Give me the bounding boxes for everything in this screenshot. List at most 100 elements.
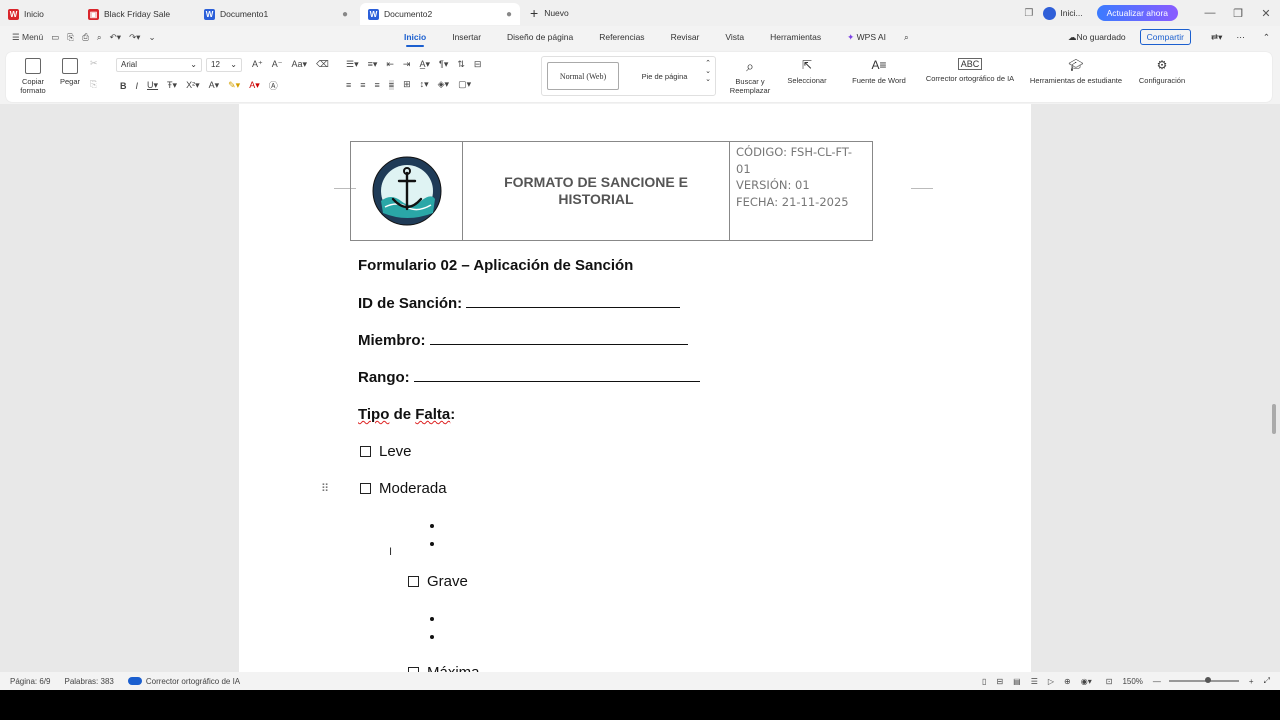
print-icon[interactable]: ⎙ [82, 32, 89, 43]
page-view-icon[interactable]: ▤ [1013, 677, 1021, 686]
tab-wps-ai[interactable]: ✦ WPS AI [847, 32, 886, 43]
avatar[interactable] [1043, 6, 1057, 20]
settings-button[interactable]: ⚙ Configuración [1130, 58, 1194, 85]
fullscreen-icon[interactable]: ⤢ [1264, 676, 1270, 686]
play-icon[interactable]: ▷ [1048, 677, 1054, 686]
copy-icon[interactable]: ⎘ [90, 79, 106, 90]
bold-icon[interactable]: B [120, 81, 127, 91]
indent-icon[interactable]: ⇥ [403, 59, 411, 70]
new-tab-button[interactable]: + Nuevo [530, 5, 569, 21]
font-color-icon[interactable]: A▾ [249, 80, 260, 91]
upgrade-button[interactable]: Actualizar ahora [1096, 5, 1178, 21]
style-footer[interactable]: Pie de página [632, 62, 697, 90]
empty-bullet[interactable] [430, 542, 434, 546]
numbering-icon[interactable]: ≡▾ [368, 59, 378, 70]
student-tools-button[interactable]: 🎓︎ Herramientas de estudiante [1026, 58, 1126, 85]
tab-documento2[interactable]: W Documento2 ● [360, 3, 520, 25]
view-icon[interactable]: ⇄▾ [1211, 32, 1222, 43]
spellcheck-button[interactable]: ABC Corrector ortográfico de IA [916, 58, 1024, 83]
shrink-font-icon[interactable]: A⁻ [272, 59, 283, 70]
borders-icon[interactable]: ▢▾ [458, 79, 471, 90]
empty-bullet[interactable] [430, 524, 434, 528]
undo-icon[interactable]: ↶▾ [110, 32, 121, 43]
drag-handle-icon[interactable]: ⠿ [321, 482, 329, 495]
align-right-icon[interactable]: ≡ [375, 80, 380, 90]
styles-scroll-icon[interactable]: ⌃ ⌄ ⌄ [705, 59, 711, 83]
font-select[interactable]: Arial ⌄ [116, 58, 202, 72]
tab-herramientas[interactable]: Herramientas [770, 32, 821, 42]
shading-icon[interactable]: ◈▾ [438, 79, 449, 90]
empty-bullet[interactable] [430, 635, 434, 639]
superscript-icon[interactable]: X²▾ [186, 80, 200, 91]
tab-documento1[interactable]: W Documento1 ● [196, 3, 356, 25]
minimize-icon[interactable]: — [1196, 7, 1224, 19]
more-icon[interactable]: ⌄ [148, 32, 155, 43]
read-mode-icon[interactable]: ▯ [982, 677, 986, 686]
zoom-in-icon[interactable]: + [1249, 677, 1254, 686]
word-count[interactable]: Palabras: 383 [64, 677, 113, 686]
maximize-icon[interactable]: ❐ [1224, 7, 1252, 20]
border-icon[interactable]: ⊟ [474, 59, 482, 70]
vertical-scrollbar[interactable] [1268, 104, 1280, 672]
text-effect-icon[interactable]: A▾ [209, 80, 220, 91]
empty-bullet[interactable] [430, 617, 434, 621]
menu-button[interactable]: ☰ Menú [12, 32, 43, 43]
member-blank[interactable] [429, 331, 688, 345]
globe-icon[interactable]: ⊕ [1064, 677, 1071, 686]
word-font-button[interactable]: A≡ Fuente de Word [846, 58, 912, 85]
tab-referencias[interactable]: Referencias [599, 32, 644, 42]
chinese-layout-icon[interactable]: A̲▾ [419, 59, 430, 70]
sort-icon[interactable]: ⇅ [457, 59, 465, 70]
eraser-icon[interactable]: ⌫ [316, 59, 329, 70]
outline-icon[interactable]: ⊟ [996, 677, 1003, 686]
zoom-out-icon[interactable]: — [1153, 677, 1161, 686]
page-indicator[interactable]: Página: 6/9 [10, 677, 50, 686]
copy-format-button[interactable]: Copiar formato [18, 58, 48, 95]
tab-inicio-ribbon[interactable]: Inicio [404, 32, 426, 47]
collapse-icon[interactable]: ⌃ [1263, 32, 1270, 43]
justify-icon[interactable]: ≡ [388, 79, 395, 90]
option-maxima[interactable]: Máxima [408, 664, 480, 672]
option-moderada[interactable]: Moderada [360, 480, 447, 497]
rank-blank[interactable] [413, 368, 700, 382]
strike-icon[interactable]: Ŧ▾ [167, 80, 177, 91]
open-icon[interactable]: ⎘ [67, 32, 74, 43]
more-options-icon[interactable]: ⋯ [1236, 32, 1245, 43]
paste-button[interactable]: Pegar [56, 58, 84, 86]
close-window-icon[interactable]: ✕ [1252, 7, 1280, 20]
search-icon[interactable]: ⌕ [904, 32, 909, 43]
line-spacing-icon[interactable]: ↕▾ [420, 79, 429, 90]
eye-icon[interactable]: ◉▾ [1081, 677, 1092, 686]
align-center-icon[interactable]: ≡ [360, 80, 365, 90]
highlight-icon[interactable]: ✎▾ [228, 80, 240, 91]
tab-inicio[interactable]: W Inicio [0, 3, 78, 25]
tab-revisar[interactable]: Revisar [671, 32, 700, 42]
outdent-icon[interactable]: ⇤ [386, 59, 394, 70]
size-select[interactable]: 12 ⌄ [206, 58, 242, 72]
preview-icon[interactable]: ⌕ [97, 32, 102, 43]
option-grave[interactable]: Grave [408, 573, 468, 590]
case-icon[interactable]: Aa▾ [292, 59, 308, 70]
redo-icon[interactable]: ↷▾ [129, 32, 140, 43]
close-icon[interactable]: ● [506, 9, 512, 20]
select-button[interactable]: ⇱ Seleccionar [782, 58, 832, 85]
id-blank[interactable] [466, 294, 681, 308]
new-doc-icon[interactable]: ▭ [51, 32, 59, 43]
tab-insertar[interactable]: Insertar [452, 32, 481, 42]
checkbox[interactable] [408, 576, 419, 587]
distribute-icon[interactable]: ⊞ [403, 79, 411, 90]
option-leve[interactable]: Leve [360, 443, 412, 460]
cut-icon[interactable]: ✂ [90, 58, 107, 69]
style-normal-web[interactable]: Normal (Web) [547, 62, 619, 90]
underline-icon[interactable]: U▾ [147, 80, 158, 91]
tab-vista[interactable]: Vista [725, 32, 744, 42]
scroll-thumb[interactable] [1272, 404, 1276, 434]
grow-font-icon[interactable]: A⁺ [252, 59, 263, 70]
zoom-level[interactable]: 150% [1122, 677, 1142, 686]
italic-icon[interactable]: I [136, 81, 139, 91]
web-view-icon[interactable]: ☰ [1031, 677, 1038, 686]
show-marks-icon[interactable]: ¶▾ [439, 59, 448, 70]
window-icon[interactable]: ❐ [1024, 8, 1033, 19]
share-button[interactable]: Compartir [1139, 29, 1191, 45]
checkbox[interactable] [360, 483, 371, 494]
